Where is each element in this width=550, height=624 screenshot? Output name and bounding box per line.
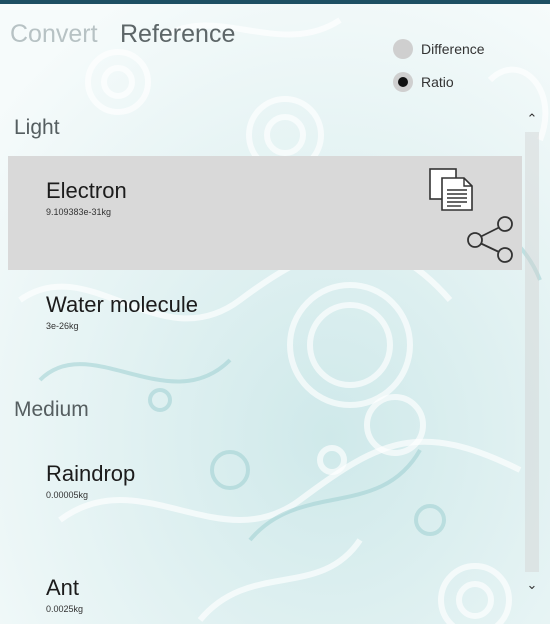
- chevron-down-icon[interactable]: ⌄: [522, 574, 542, 596]
- item-name: Ant: [46, 575, 80, 600]
- share-icon: [467, 216, 513, 263]
- list-item-raindrop[interactable]: Raindrop 0.00005kg: [8, 439, 522, 553]
- share-button[interactable]: [464, 212, 516, 264]
- copy-icon: [429, 168, 473, 211]
- radio-ratio-label: Ratio: [421, 74, 454, 90]
- tab-reference[interactable]: Reference: [120, 20, 235, 49]
- item-value: 0.00005kg: [46, 490, 89, 500]
- top-accent-bar: [0, 0, 550, 4]
- item-name: Electron: [46, 178, 127, 203]
- copy-button[interactable]: [427, 165, 475, 213]
- section-title-light: Light: [14, 116, 60, 139]
- radio-difference[interactable]: Difference: [393, 39, 485, 59]
- tab-convert[interactable]: Convert: [10, 20, 98, 49]
- item-value: 3e-26kg: [46, 321, 79, 331]
- radio-difference-label: Difference: [421, 41, 485, 57]
- chevron-up-icon[interactable]: ⌃: [522, 108, 542, 130]
- radio-ratio[interactable]: Ratio: [393, 72, 454, 92]
- item-value: 0.0025kg: [46, 604, 84, 614]
- item-name: Water molecule: [46, 292, 199, 317]
- section-title-medium: Medium: [14, 398, 89, 421]
- list-item-ant[interactable]: Ant 0.0025kg: [8, 553, 522, 624]
- radio-difference-circle[interactable]: [393, 39, 413, 59]
- item-name: Raindrop: [46, 461, 136, 486]
- scrollbar-thumb[interactable]: [525, 132, 539, 572]
- list-item-electron[interactable]: Electron 9.109383e-31kg: [8, 156, 522, 270]
- item-value: 9.109383e-31kg: [46, 207, 112, 217]
- list-item-water-molecule[interactable]: Water molecule 3e-26kg: [8, 270, 522, 384]
- vertical-scrollbar[interactable]: ⌃ ⌄: [522, 108, 542, 608]
- radio-ratio-circle[interactable]: [393, 72, 413, 92]
